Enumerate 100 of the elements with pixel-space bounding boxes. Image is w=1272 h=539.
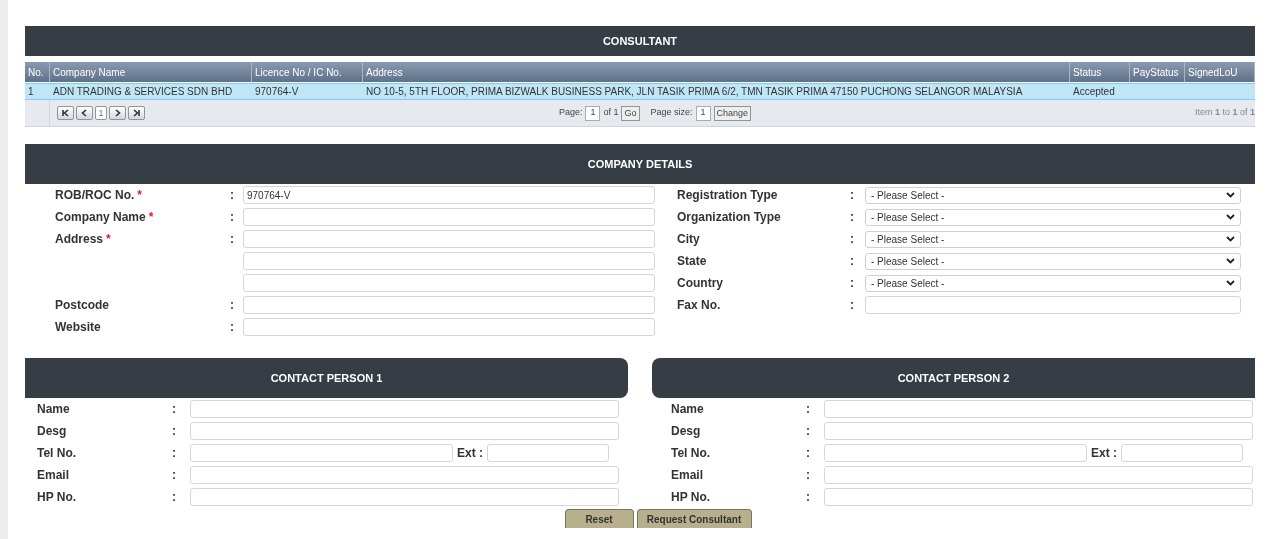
colon: : xyxy=(850,254,854,268)
page-button[interactable]: 1 xyxy=(95,106,107,120)
colon: : xyxy=(806,424,810,438)
table-cell-text: 1 xyxy=(28,85,34,99)
input-field[interactable] xyxy=(243,252,655,270)
input-field[interactable] xyxy=(190,488,619,506)
input-field[interactable] xyxy=(487,444,609,462)
section-title: CONTACT PERSON 2 xyxy=(652,358,1255,398)
field-label: Desg xyxy=(671,424,701,438)
reset-button[interactable]: Reset xyxy=(564,509,634,528)
page-count: of 1 xyxy=(603,106,619,120)
table-cell-text: Accepted xyxy=(1073,85,1115,99)
select-field[interactable]: - Please Select - xyxy=(865,274,1241,292)
section-title: CONSULTANT xyxy=(25,26,1255,56)
colon: : xyxy=(850,276,854,290)
input-field[interactable] xyxy=(865,296,1241,314)
colon: : xyxy=(806,468,810,482)
input-field[interactable]: 970764-V xyxy=(243,186,655,204)
column-header[interactable]: Company Name xyxy=(50,62,252,82)
input-field[interactable] xyxy=(190,400,619,418)
field-label: Tel No. xyxy=(671,446,711,460)
field-label: Country xyxy=(677,276,723,290)
select-field[interactable]: - Please Select - xyxy=(865,252,1241,270)
column-header[interactable]: Address xyxy=(363,62,1070,82)
field-label: Registration Type xyxy=(677,188,778,202)
input-field[interactable] xyxy=(243,230,655,248)
table-row[interactable]: 1 ADN TRADING & SERVICES SDN BHD 970764-V NO 10-5, 5TH FLOOR, PRIMA BIZWALK BUSINESS PARK, JLN TASIK PRIMA 6/2, TMN TASIK PRIMA 47150 PUCHONG SELANGOR MALAYSIA Accepted xyxy=(25,83,1255,100)
caret-icon xyxy=(1226,192,1235,198)
table-cell-text: 970764-V xyxy=(255,85,299,99)
required-mark: * xyxy=(137,188,142,202)
field-label: Address xyxy=(55,232,104,246)
field-label: Ext : xyxy=(457,445,484,462)
submit-button[interactable]: Request Consultant xyxy=(636,509,752,528)
colon: : xyxy=(850,232,854,246)
field-label: Ext : xyxy=(1091,445,1118,462)
input-field[interactable] xyxy=(243,274,655,292)
field-label: ROB/ROC No. xyxy=(55,188,135,202)
page-size-field[interactable]: 1 xyxy=(695,105,711,121)
next-page-icon[interactable] xyxy=(109,106,126,120)
column-header[interactable]: Licence No / IC No. xyxy=(252,62,363,82)
colon: : xyxy=(230,188,234,202)
input-field[interactable] xyxy=(824,422,1253,440)
caret-icon xyxy=(1226,214,1235,220)
table-cell-text: NO 10-5, 5TH FLOOR, PRIMA BIZWALK BUSINESS PARK, JLN TASIK PRIMA 6/2, TMN TASIK PRIMA 47150 PUCHONG SELANGOR MALAYSIA xyxy=(366,85,1023,99)
colon: : xyxy=(230,210,234,224)
colon: : xyxy=(850,188,854,202)
colon: : xyxy=(806,402,810,416)
section-title: CONTACT PERSON 1 xyxy=(25,358,628,398)
colon: : xyxy=(172,402,176,416)
field-label: Company Name xyxy=(55,210,146,224)
colon: : xyxy=(850,210,854,224)
go-button[interactable]: Go xyxy=(621,105,640,121)
column-header[interactable]: No. xyxy=(25,62,50,82)
page-field[interactable]: 1 xyxy=(585,105,601,121)
input-field[interactable] xyxy=(1121,444,1243,462)
field-label: HP No. xyxy=(671,490,711,504)
input-field[interactable] xyxy=(824,400,1253,418)
previous-page-icon[interactable] xyxy=(76,106,93,120)
caret-icon xyxy=(1226,280,1235,286)
table-cell-text: ADN TRADING & SERVICES SDN BHD xyxy=(53,85,233,99)
select-field[interactable]: - Please Select - xyxy=(865,230,1241,248)
field-label: Desg xyxy=(37,424,67,438)
required-mark: * xyxy=(148,210,154,224)
column-header[interactable]: SignedLoU xyxy=(1185,62,1255,82)
field-label: Email xyxy=(671,468,703,482)
field-label: Postcode xyxy=(55,298,109,312)
input-field[interactable] xyxy=(824,488,1253,506)
colon: : xyxy=(806,490,810,504)
input-field[interactable] xyxy=(243,318,655,336)
input-field[interactable] xyxy=(243,296,655,314)
input-field[interactable] xyxy=(243,208,655,226)
colon: : xyxy=(850,298,854,312)
input-field[interactable] xyxy=(824,444,1087,462)
column-header[interactable]: PayStatus xyxy=(1130,62,1185,82)
page-label: Page: xyxy=(558,106,583,120)
field-label: Email xyxy=(37,468,69,482)
select-field[interactable]: - Please Select - xyxy=(865,208,1241,226)
colon: : xyxy=(172,490,176,504)
caret-icon xyxy=(1226,258,1235,264)
input-field[interactable] xyxy=(824,466,1253,484)
select-field[interactable]: - Please Select - xyxy=(865,186,1241,204)
colon: : xyxy=(172,424,176,438)
item-count: Item 1 to 1 of 1 xyxy=(1193,106,1255,120)
colon: : xyxy=(230,232,234,246)
field-label: Website xyxy=(55,320,101,334)
colon: : xyxy=(172,446,176,460)
input-field[interactable] xyxy=(190,422,619,440)
colon: : xyxy=(172,468,176,482)
colon: : xyxy=(230,320,234,334)
input-field[interactable] xyxy=(190,466,619,484)
input-field[interactable] xyxy=(190,444,453,462)
field-label: City xyxy=(677,232,700,246)
change-button[interactable]: Change xyxy=(713,105,752,121)
column-header[interactable]: Status xyxy=(1070,62,1130,82)
section-title: COMPANY DETAILS xyxy=(25,144,1255,184)
last-page-icon[interactable] xyxy=(128,106,145,120)
field-label: Name xyxy=(671,402,704,416)
caret-icon xyxy=(1226,236,1235,242)
required-mark: * xyxy=(106,232,111,246)
first-page-icon[interactable] xyxy=(57,106,74,120)
